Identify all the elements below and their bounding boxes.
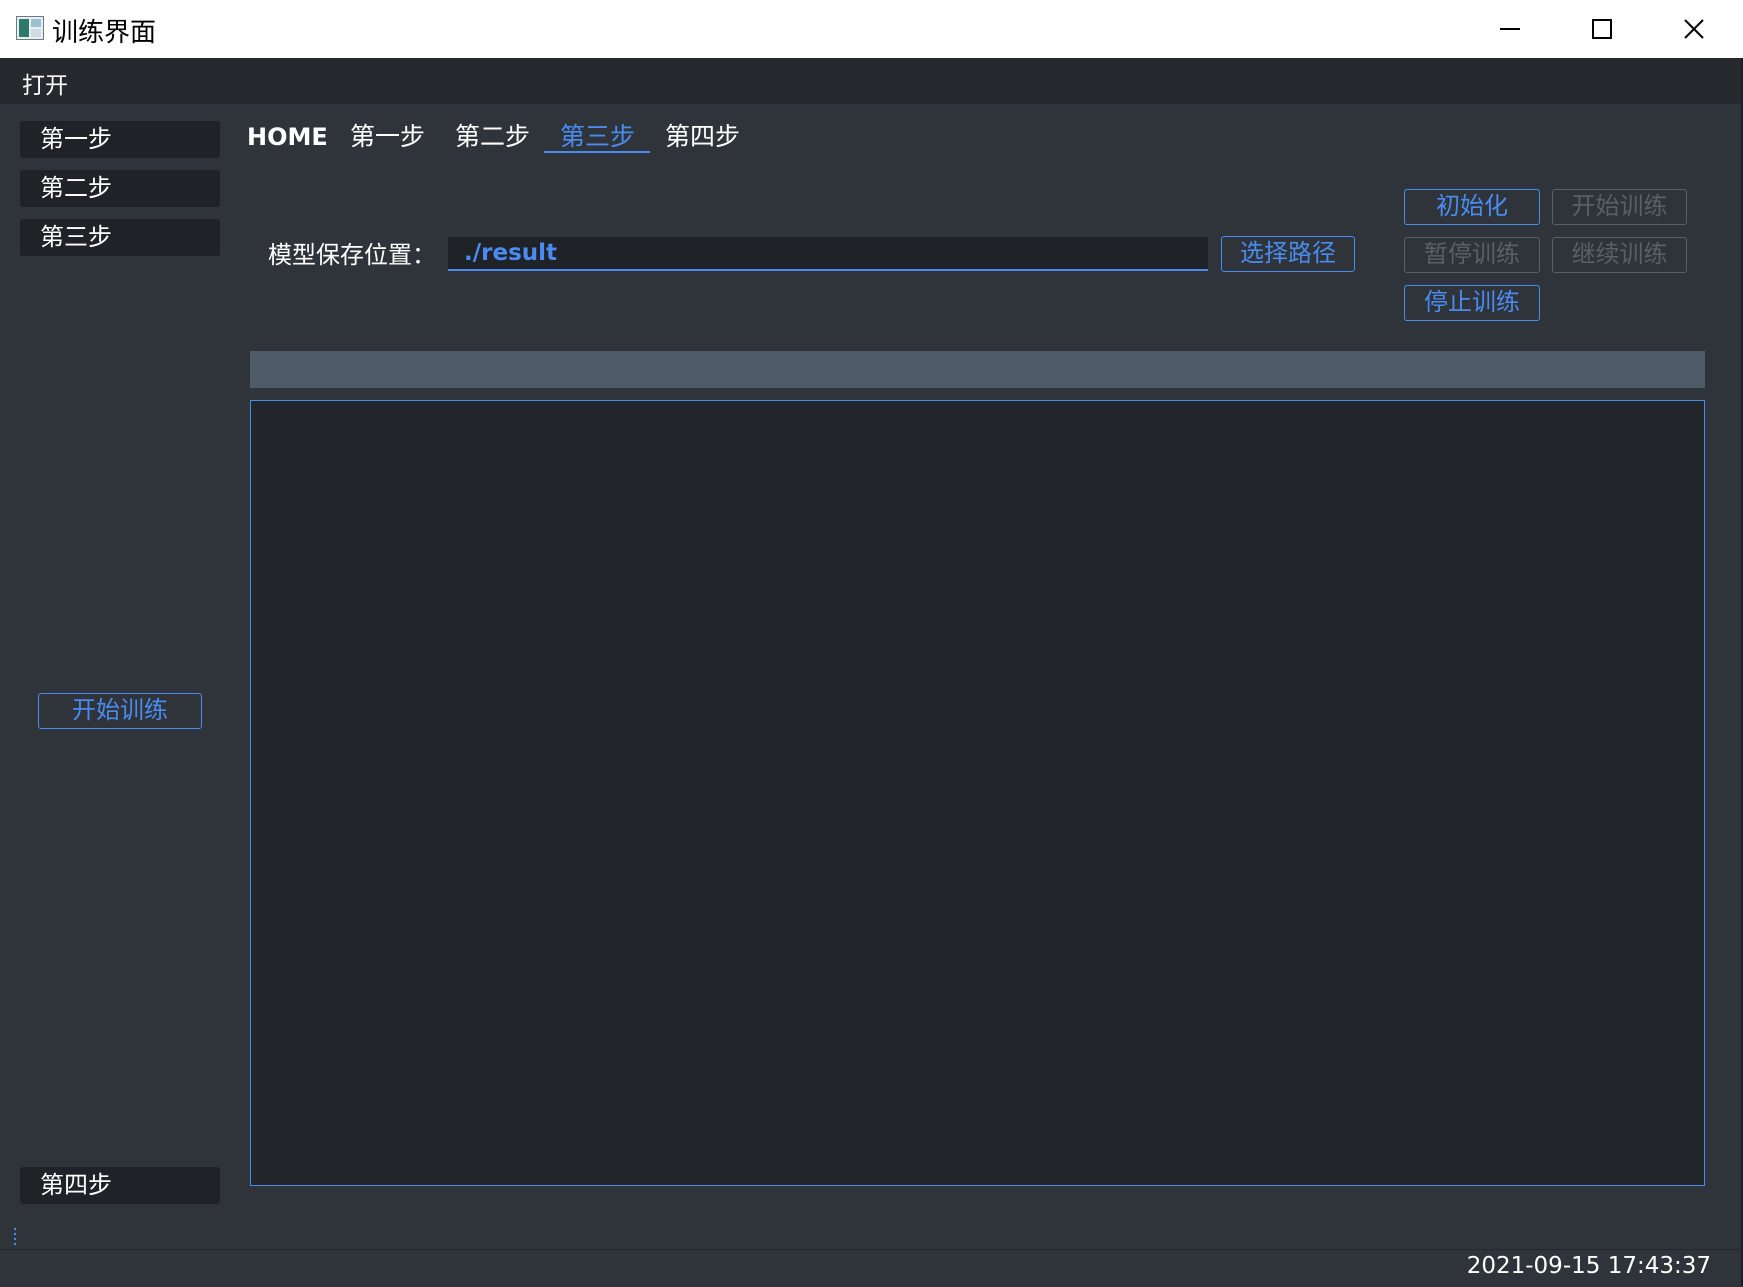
- sidebar-item-step4[interactable]: 第四步: [20, 1167, 220, 1204]
- pause-training-button[interactable]: 暂停训练: [1404, 237, 1540, 273]
- app-icon: [16, 16, 44, 40]
- tab-step4[interactable]: 第四步: [665, 120, 740, 154]
- minimize-icon: [1500, 28, 1520, 30]
- sidebar-start-training-button[interactable]: 开始训练: [38, 693, 202, 729]
- choose-path-button[interactable]: 选择路径: [1221, 236, 1355, 272]
- training-log-output[interactable]: [250, 400, 1705, 1186]
- title-bar[interactable]: 训练界面: [0, 0, 1743, 58]
- maximize-button[interactable]: [1558, 0, 1646, 58]
- menu-open[interactable]: 打开: [22, 66, 68, 100]
- status-datetime: 2021-09-15 17:43:37: [1466, 1253, 1711, 1279]
- tab-step1[interactable]: 第一步: [350, 120, 425, 154]
- tab-step3[interactable]: 第三步: [560, 120, 635, 154]
- resume-training-button[interactable]: 继续训练: [1552, 237, 1687, 273]
- stop-training-button[interactable]: 停止训练: [1404, 285, 1540, 321]
- save-path-input[interactable]: [448, 237, 1208, 271]
- minimize-button[interactable]: [1466, 0, 1554, 58]
- tab-active-indicator: [544, 151, 650, 153]
- window-title: 训练界面: [52, 18, 157, 48]
- training-progress-bar: [250, 351, 1705, 388]
- sidebar-item-step3[interactable]: 第三步: [20, 219, 220, 256]
- close-icon: [1684, 19, 1704, 39]
- app-window: 训练界面 打开 第一步 第二步 第三步 开始训练 第四步 HOME 第一步 第二…: [0, 0, 1743, 1287]
- start-training-button[interactable]: 开始训练: [1552, 189, 1687, 225]
- save-path-label: 模型保存位置：: [268, 241, 436, 269]
- init-button[interactable]: 初始化: [1404, 189, 1540, 225]
- sidebar-item-step1[interactable]: 第一步: [20, 121, 220, 158]
- maximize-icon: [1592, 19, 1612, 39]
- tab-home[interactable]: HOME: [247, 120, 328, 154]
- dock-grip-icon[interactable]: [12, 1227, 18, 1247]
- close-button[interactable]: [1650, 0, 1738, 58]
- tab-step2[interactable]: 第二步: [455, 120, 530, 154]
- sidebar-item-step2[interactable]: 第二步: [20, 170, 220, 207]
- menu-bar: 打开: [0, 58, 1743, 104]
